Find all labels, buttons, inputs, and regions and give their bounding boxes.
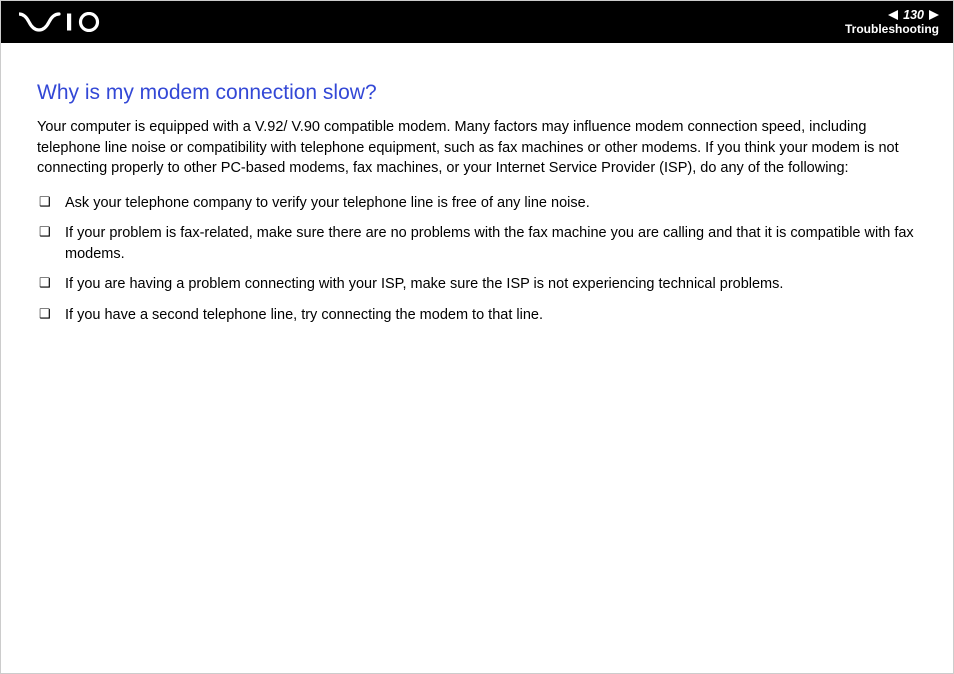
- list-item: Ask your telephone company to verify you…: [37, 193, 917, 214]
- main-content: Why is my modem connection slow? Your co…: [1, 43, 953, 356]
- page-nav: 130: [888, 9, 939, 22]
- intro-paragraph: Your computer is equipped with a V.92/ V…: [37, 117, 917, 179]
- page-heading: Why is my modem connection slow?: [37, 81, 917, 105]
- section-label: Troubleshooting: [845, 23, 939, 36]
- bullet-list: Ask your telephone company to verify you…: [37, 193, 917, 326]
- list-item: If your problem is fax-related, make sur…: [37, 223, 917, 264]
- list-item: If you are having a problem connecting w…: [37, 274, 917, 295]
- page-number: 130: [903, 9, 924, 22]
- nav-next-icon[interactable]: [929, 10, 939, 20]
- nav-prev-icon[interactable]: [888, 10, 898, 20]
- list-item: If you have a second telephone line, try…: [37, 305, 917, 326]
- header-bar: 130 Troubleshooting: [1, 1, 953, 43]
- vaio-logo: [19, 12, 105, 32]
- header-right: 130 Troubleshooting: [845, 9, 939, 36]
